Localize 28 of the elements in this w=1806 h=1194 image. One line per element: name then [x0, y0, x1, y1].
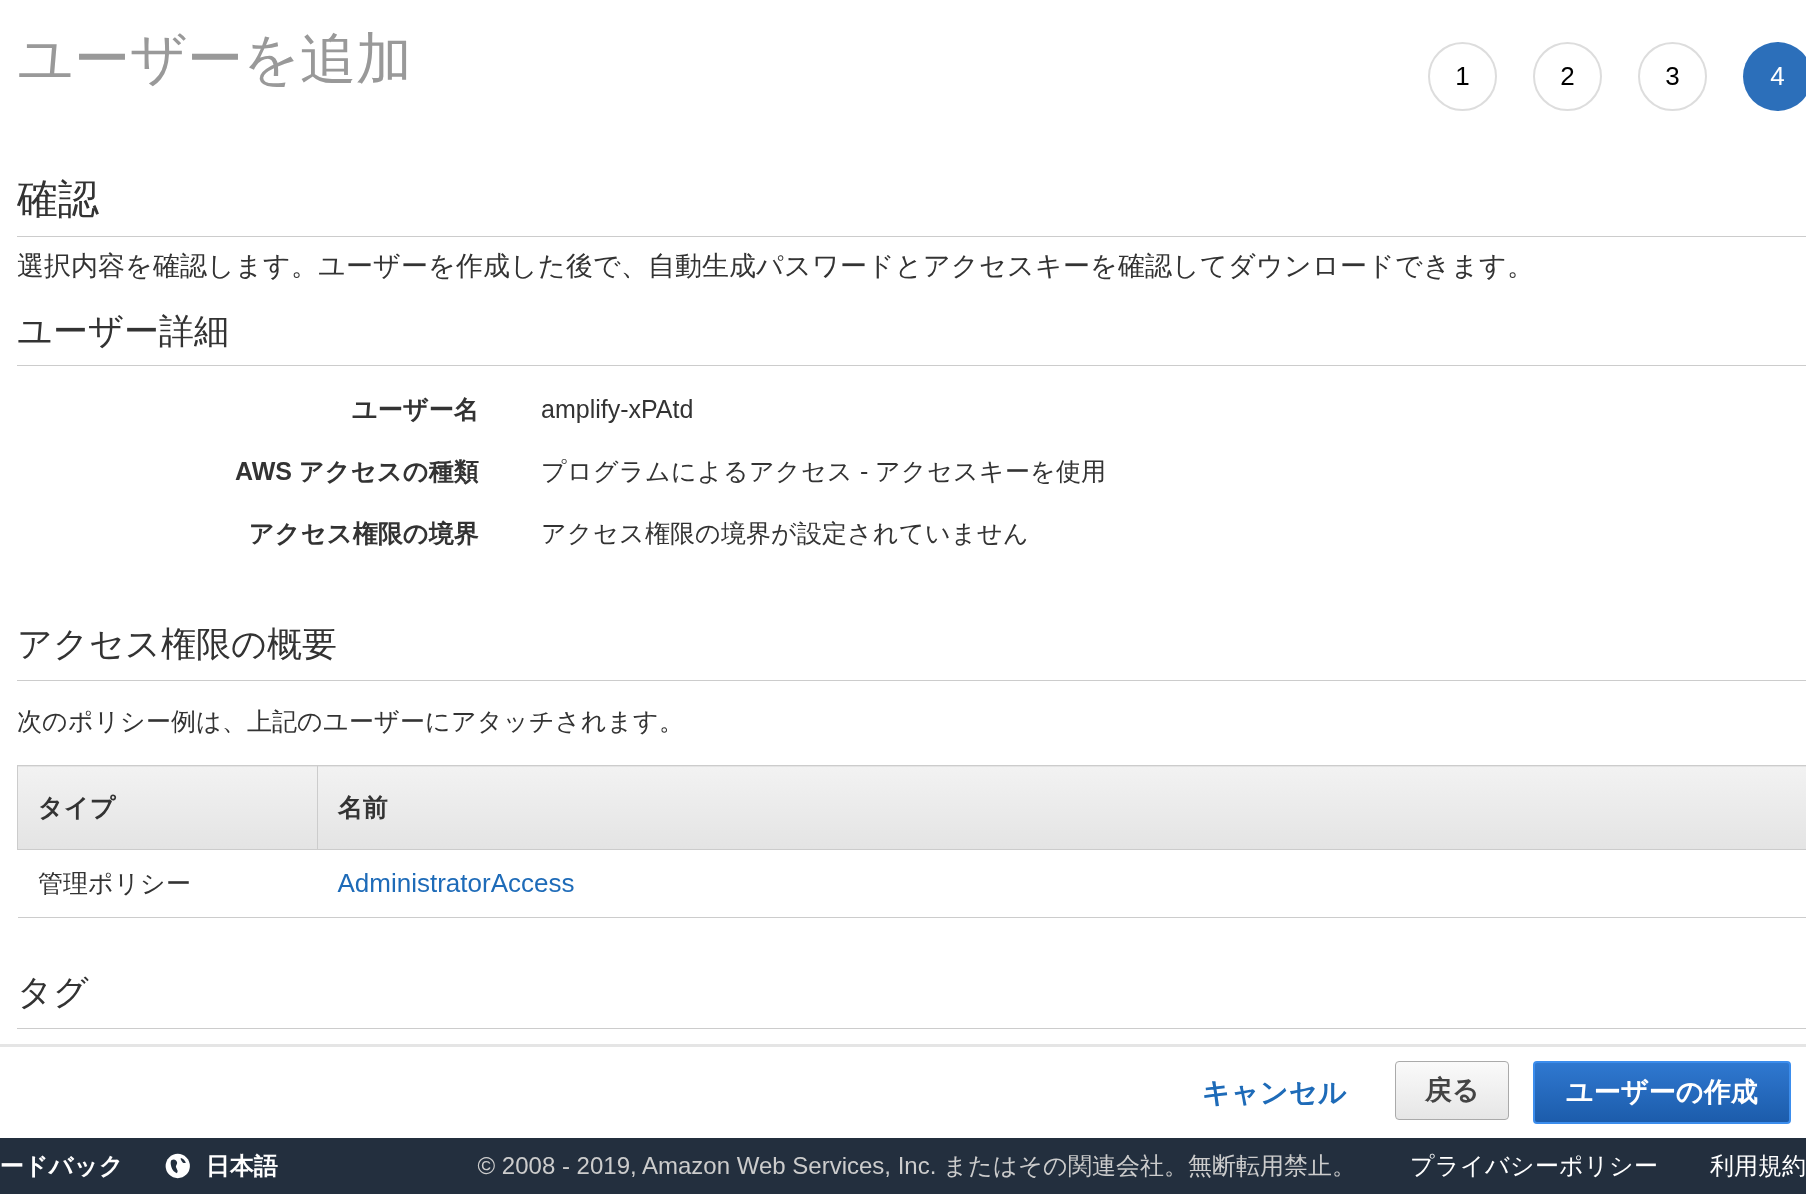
create-user-button[interactable]: ユーザーの作成	[1533, 1061, 1791, 1124]
language-selector[interactable]: 日本語	[205, 1148, 278, 1184]
copyright-text: © 2008 - 2019, Amazon Web Services, Inc. またはその関連会社。無断転用禁止。	[477, 1151, 1356, 1181]
field-value: プログラムによるアクセス - アクセスキーを使用	[541, 456, 1107, 487]
description-text: 次のポリシー例は、上記のユーザーにアタッチされます。	[17, 706, 685, 736]
section-heading: 確認	[17, 175, 100, 224]
field-label: アクセス権限の境界	[249, 518, 479, 549]
feedback-link[interactable]: ードバック	[0, 1148, 124, 1184]
step-indicator: 4	[1743, 42, 1806, 111]
description-text: 選択内容を確認します。ユーザーを作成した後で、自動生成パスワードとアクセスキーを確認してダウンロードできます。	[17, 251, 1535, 281]
step-indicator: 3	[1638, 42, 1707, 111]
back-button[interactable]: 戻る	[1395, 1061, 1509, 1120]
section-heading: アクセス権限の概要	[17, 623, 338, 665]
field-label: ユーザー名	[352, 394, 479, 425]
section-heading: タグ	[17, 971, 90, 1013]
table-cell: 管理ポリシー	[17, 849, 318, 918]
step-indicator: 1	[1428, 42, 1497, 111]
field-value: アクセス権限の境界が設定されていません	[541, 518, 1029, 549]
page-title: ユーザーを追加	[17, 26, 412, 92]
field-value: amplify-xPAtd	[541, 394, 694, 425]
step-indicator: 2	[1533, 42, 1602, 111]
column-header: タイプ	[17, 765, 318, 850]
privacy-policy-link[interactable]: プライバシーポリシー	[1410, 1148, 1658, 1184]
field-label: AWS アクセスの種類	[235, 456, 479, 487]
policy-link[interactable]: AdministratorAccess	[337, 868, 575, 898]
terms-link[interactable]: 利用規約	[1710, 1148, 1806, 1184]
section-heading: ユーザー詳細	[17, 310, 230, 352]
cancel-link[interactable]: キャンセル	[1202, 1071, 1347, 1114]
